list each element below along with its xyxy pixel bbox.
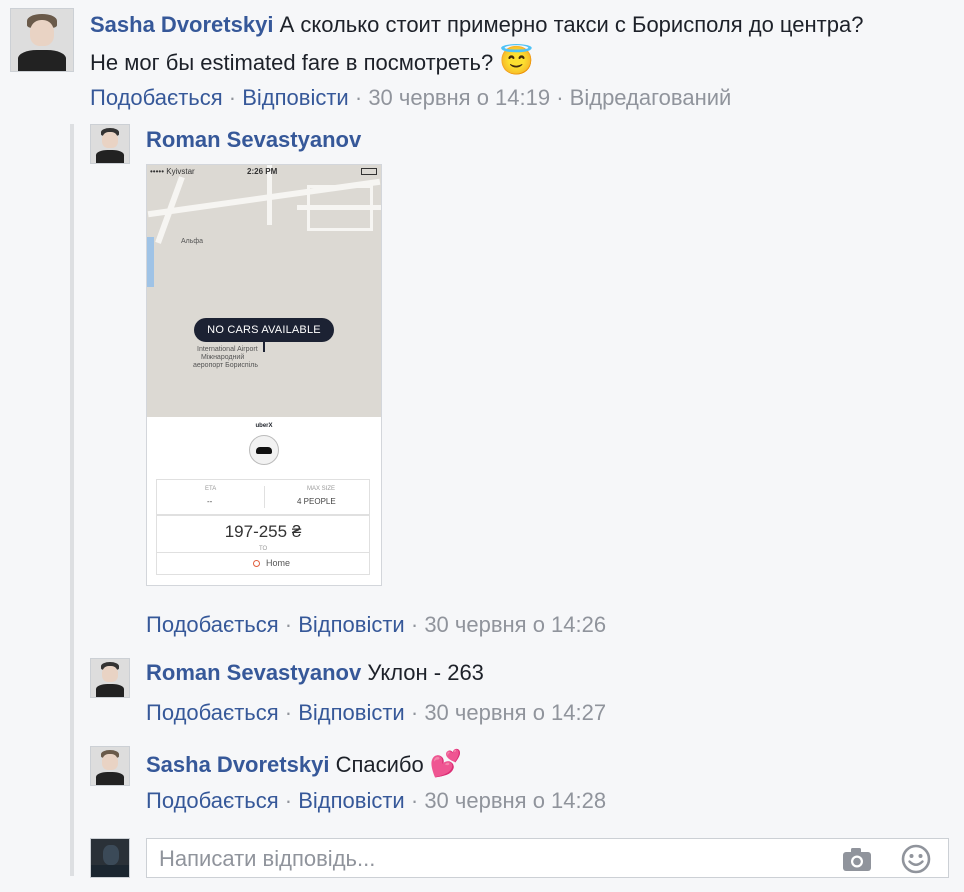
reply-text: Уклон - 263 — [367, 660, 484, 685]
thread-line — [70, 124, 74, 876]
fare-box: 197-255 ₴ TO Home — [156, 515, 370, 575]
avatar[interactable] — [90, 124, 130, 164]
car-icon — [249, 435, 279, 465]
avatar[interactable] — [10, 8, 74, 72]
reply-author[interactable]: Roman Sevastyanov — [146, 660, 361, 685]
eta-box: ETA -- MAX SIZE 4 PEOPLE — [156, 479, 370, 515]
reply-box — [146, 838, 949, 878]
uber-panel: uberX ETA -- MAX SIZE 4 PEOPLE 197-255 ₴… — [147, 417, 381, 585]
map: ••••• Kyivstar 2:26 PM Альфа Internation… — [147, 165, 381, 417]
reply-link[interactable]: Відповісти — [298, 700, 405, 725]
smiley-icon[interactable] — [901, 844, 931, 874]
like-link[interactable]: Подобається — [146, 612, 279, 637]
reply-actions: Подобається · Відповісти · 30 червня о 1… — [146, 612, 607, 637]
reply-text: Спасибо — [335, 752, 424, 777]
reply-author[interactable]: Sasha Dvoretskyi — [146, 752, 329, 777]
screenshot-attachment[interactable]: ••••• Kyivstar 2:26 PM Альфа Internation… — [146, 164, 382, 586]
clock-label: 2:26 PM — [247, 167, 278, 176]
reply-link[interactable]: Відповісти — [298, 612, 405, 637]
timestamp[interactable]: 30 червня о 14:27 — [424, 700, 606, 725]
carrier-label: ••••• Kyivstar — [150, 167, 195, 176]
no-cars-badge: NO CARS AVAILABLE — [194, 318, 334, 342]
timestamp[interactable]: 30 червня о 14:19 — [368, 85, 550, 110]
pin-icon — [263, 342, 265, 352]
comment-text: А сколько стоит примерно такси с Бориспо… — [279, 12, 864, 37]
map-label-airport-ua2: аеропорт Бориспіль — [193, 362, 259, 369]
current-user-avatar — [90, 838, 130, 878]
avatar[interactable] — [90, 658, 130, 698]
product-label: uberX — [255, 423, 273, 429]
max-size-label: MAX SIZE — [307, 486, 336, 492]
map-label-airport-ua: Міжнародний — [201, 354, 245, 361]
like-link[interactable]: Подобається — [146, 788, 279, 813]
fare-value: 197-255 ₴ — [224, 522, 302, 541]
like-link[interactable]: Подобається — [90, 85, 223, 110]
reply-author[interactable]: Roman Sevastyanov — [146, 127, 361, 152]
reply-link[interactable]: Відповісти — [298, 788, 405, 813]
edited-label[interactable]: Відредагований — [570, 85, 732, 110]
timestamp[interactable]: 30 червня о 14:28 — [424, 788, 606, 813]
map-label-alfa: Альфа — [181, 238, 204, 245]
reply-actions: Подобається · Відповісти · 30 червня о 1… — [146, 700, 607, 725]
reply-actions: Подобається · Відповісти · 30 червня о 1… — [146, 788, 607, 813]
destination: Home — [253, 558, 290, 568]
hearts-emoji-icon: 💕 — [429, 748, 463, 778]
eta-label: ETA — [205, 486, 217, 492]
avatar[interactable] — [90, 746, 130, 786]
comment-actions: Подобається · Відповісти · 30 червня о 1… — [90, 85, 732, 110]
comment-text-line2: Не мог бы estimated fare в посмотреть? — [90, 50, 494, 75]
timestamp[interactable]: 30 червня о 14:26 — [424, 612, 606, 637]
eta-value: -- — [207, 497, 213, 506]
map-label-airport: International Airport — [197, 346, 258, 353]
camera-icon[interactable] — [842, 845, 872, 873]
max-size-value: 4 PEOPLE — [297, 497, 336, 506]
angel-emoji-icon: 😇 — [499, 45, 535, 76]
comment-author[interactable]: Sasha Dvoretskyi — [90, 12, 273, 37]
reply-input[interactable] — [157, 844, 821, 874]
like-link[interactable]: Подобається — [146, 700, 279, 725]
reply-link[interactable]: Відповісти — [242, 85, 349, 110]
battery-icon — [361, 168, 377, 175]
